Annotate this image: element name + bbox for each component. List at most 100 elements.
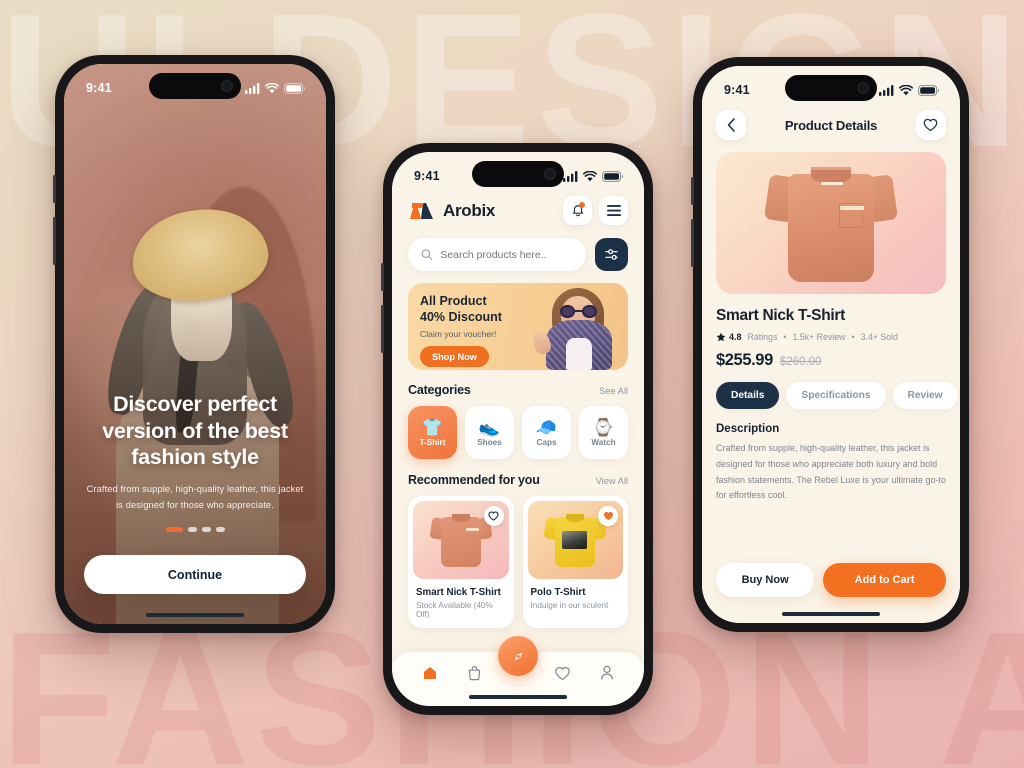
wishlist-button[interactable] <box>915 110 946 140</box>
add-to-cart-button[interactable]: Add to Cart <box>823 563 946 597</box>
dynamic-island <box>472 161 564 187</box>
categories-list: 👕 T-Shirt 👟 Shoes 🧢 Caps ⌚ Watch <box>408 406 628 459</box>
search-row <box>408 238 628 271</box>
profile-tab[interactable] <box>600 665 614 681</box>
dynamic-island <box>149 73 241 99</box>
status-time: 9:41 <box>724 83 750 97</box>
category-label: Watch <box>591 437 616 447</box>
product-title: Polo T-Shirt <box>530 587 586 598</box>
home-indicator <box>469 694 567 699</box>
ratings-label: Ratings <box>747 332 778 342</box>
category-tshirt[interactable]: 👕 T-Shirt <box>408 406 457 459</box>
signal-icon <box>563 170 578 182</box>
categories-title: Categories <box>408 383 471 397</box>
shoe-icon: 👟 <box>478 417 501 437</box>
categories-see-all-link[interactable]: See All <box>599 386 628 396</box>
page-title: Product Details <box>784 117 878 133</box>
heart-icon <box>924 118 938 132</box>
watch-icon: ⌚ <box>592 417 615 437</box>
details-tabs: Details Specifications Review <box>716 382 958 409</box>
meta-dot: • <box>783 332 787 342</box>
menu-icon <box>606 205 621 216</box>
tshirt-icon: 👕 <box>421 417 444 437</box>
price-original: $260.00 <box>779 356 822 368</box>
battery-icon <box>602 170 624 182</box>
wifi-icon <box>899 84 913 95</box>
home-indicator <box>146 612 244 617</box>
recommended-title: Recommended for you <box>408 473 540 487</box>
compass-icon <box>514 652 522 660</box>
favorite-button[interactable] <box>598 506 618 526</box>
product-image <box>716 152 946 294</box>
carousel-dot-1[interactable] <box>165 527 183 532</box>
menu-button[interactable] <box>599 196 628 225</box>
heart-filled-icon <box>603 512 613 521</box>
shop-now-button[interactable]: Shop Now <box>420 346 489 368</box>
category-caps[interactable]: 🧢 Caps <box>522 406 571 459</box>
back-button[interactable] <box>716 110 746 140</box>
home-tab[interactable] <box>422 665 438 681</box>
explore-fab-button[interactable] <box>498 636 538 676</box>
category-watch[interactable]: ⌚ Watch <box>579 406 628 459</box>
price-current: $255.99 <box>716 351 773 369</box>
carousel-dot-2[interactable] <box>187 527 197 532</box>
carousel-dots[interactable] <box>86 527 304 532</box>
category-shoes[interactable]: 👟 Shoes <box>465 406 514 459</box>
product-meta: 4.8 Ratings • 1.5k+ Review • 3.4+ Sold <box>716 332 946 342</box>
onboarding-subtitle: Crafted from supple, high-quality leathe… <box>86 484 304 510</box>
star-icon <box>716 332 726 342</box>
favorite-button[interactable] <box>483 506 504 526</box>
chevron-left-icon <box>727 118 735 132</box>
description-text: Crafted from supple, high-quality leathe… <box>716 443 946 501</box>
buy-now-button[interactable]: Buy Now <box>716 563 815 597</box>
wifi-icon <box>583 170 597 181</box>
arobix-logo-icon <box>410 203 433 219</box>
product-list: Smart Nick T-Shirt Stock Available (40% … <box>408 496 628 628</box>
notifications-button[interactable] <box>563 196 592 225</box>
filter-button[interactable] <box>595 238 628 271</box>
sold-count: 3.4+ Sold <box>860 332 899 342</box>
heart-icon <box>488 511 499 521</box>
dynamic-island <box>785 75 877 101</box>
recommended-view-all-link[interactable]: View All <box>596 476 628 486</box>
categories-header: Categories See All <box>408 383 628 397</box>
product-card[interactable]: Polo T-Shirt Indulge in our sculent <box>522 496 628 628</box>
search-icon <box>421 249 433 260</box>
wishlist-tab[interactable] <box>554 666 571 681</box>
wifi-icon <box>265 82 279 93</box>
details-actions: Buy Now Add to Cart <box>716 563 946 597</box>
promo-image <box>530 286 624 370</box>
details-header: Product Details <box>716 110 946 140</box>
home-header: Arobix <box>408 196 628 225</box>
cap-icon: 🧢 <box>535 417 558 437</box>
phone-product-details: Product Details Smart Nick T-Shirt 4.8 R… <box>691 57 969 632</box>
filter-icon <box>605 249 618 260</box>
category-label: T-Shirt <box>419 437 446 447</box>
signal-icon <box>879 84 894 96</box>
product-card[interactable]: Smart Nick T-Shirt Stock Available (40% … <box>408 496 514 628</box>
tab-details[interactable]: Details <box>716 382 780 409</box>
category-label: Caps <box>536 437 557 447</box>
phone-onboarding: 9:41 Discover perfect version of the bes… <box>53 55 335 633</box>
user-icon <box>600 665 613 680</box>
tab-specifications[interactable]: Specifications <box>786 382 886 409</box>
brand-name: Arobix <box>443 200 496 220</box>
bag-tab[interactable] <box>467 665 482 681</box>
promo-banner[interactable]: All Product 40% Discount Claim your vouch… <box>408 283 628 370</box>
continue-button[interactable]: Continue <box>84 555 306 594</box>
battery-icon <box>284 82 306 94</box>
onboarding-title: Discover perfect version of the best fas… <box>102 391 288 470</box>
carousel-dot-3[interactable] <box>201 527 211 532</box>
meta-dot: • <box>851 332 855 342</box>
search-input[interactable] <box>440 248 573 261</box>
carousel-dot-4[interactable] <box>215 527 225 532</box>
signal-icon <box>245 82 260 94</box>
status-time: 9:41 <box>86 81 112 95</box>
search-box[interactable] <box>408 238 586 271</box>
promo-line1: All Product <box>420 294 487 308</box>
battery-icon <box>918 84 940 96</box>
rating-badge: 4.8 <box>716 332 742 342</box>
tab-review[interactable]: Review <box>892 382 958 409</box>
product-subtitle: Stock Available (40% Off) <box>416 601 493 619</box>
onboarding-hero-image <box>64 64 326 624</box>
